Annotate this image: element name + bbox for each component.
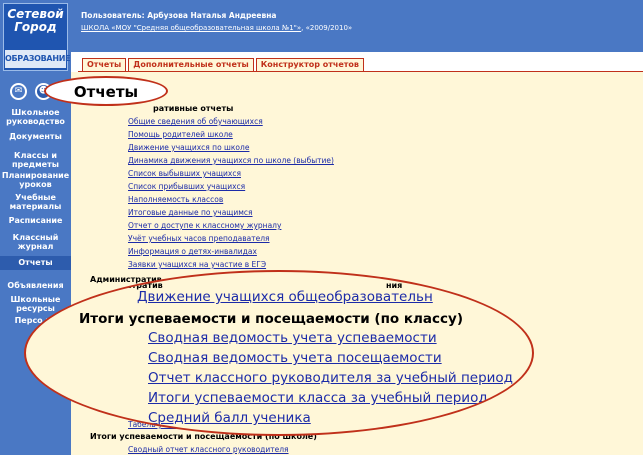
report-link[interactable]: Помощь родителей школе: [128, 130, 233, 139]
logo-line2: Город: [14, 20, 57, 34]
report-link[interactable]: Отчет о доступе к классному журналу: [128, 221, 281, 230]
zoom-report-link[interactable]: Движение учащихся общеобразовательн: [137, 289, 433, 305]
report-link[interactable]: Динамика движения учащихся по школе (выб…: [128, 156, 334, 165]
logo[interactable]: Сетевой Город ОБРАЗОВАНИЕ: [3, 3, 71, 71]
report-link[interactable]: Информация о детях-инвалидах: [128, 247, 257, 256]
report-link[interactable]: Наполняемость классов: [128, 195, 223, 204]
sidebar-item-announcements[interactable]: Объявления: [0, 281, 71, 290]
school-year: , «2009/2010»: [301, 24, 353, 32]
tab-additional-reports[interactable]: Дополнительные отчеты: [128, 58, 254, 71]
page-title: Отчеты: [73, 83, 139, 101]
tab-reports[interactable]: Отчеты: [82, 58, 127, 71]
sidebar-item-reports[interactable]: Отчеты: [0, 256, 71, 270]
mail-icon[interactable]: ✉: [10, 83, 27, 100]
sidebar-item-documents[interactable]: Документы: [0, 132, 71, 141]
school-line: ШКОЛА «МОУ "Средняя общеобразовательная …: [81, 24, 352, 32]
zoom-section-title: Итоги успеваемости и посещаемости (по кл…: [79, 311, 464, 327]
school-link[interactable]: ШКОЛА «МОУ "Средняя общеобразовательная …: [81, 24, 301, 32]
zoom-report-link[interactable]: Средний балл ученика: [148, 410, 311, 426]
report-link[interactable]: Итоговые данные по учащимся: [128, 208, 253, 217]
sidebar-item-classes[interactable]: Классы и предметы: [0, 151, 71, 169]
header: Пользователь: Арбузова Наталья Андреевна…: [71, 0, 643, 52]
zoom-report-link[interactable]: Сводная ведомость учета успеваемости: [148, 330, 437, 346]
report-link[interactable]: Общие сведения об обучающихся: [128, 117, 263, 126]
zoom-callout: Административ ния Движение учащихся обще…: [24, 270, 534, 436]
logo-line3: ОБРАЗОВАНИЕ: [5, 50, 71, 68]
zoom-report-link[interactable]: Сводная ведомость учета посещаемости: [148, 350, 442, 366]
page-title-callout: Отчеты: [44, 76, 168, 106]
tab-bar: Отчеты Дополнительные отчеты Конструктор…: [82, 58, 366, 71]
sidebar-item-materials[interactable]: Учебные материалы: [0, 193, 71, 211]
report-link[interactable]: Заявки учащихся на участие в ЕГЭ: [128, 260, 266, 269]
report-link[interactable]: Список прибывших учащихся: [128, 182, 245, 191]
report-link[interactable]: Движение учащихся по школе: [128, 143, 249, 152]
zoom-report-link[interactable]: Отчет классного руководителя за учебный …: [148, 370, 513, 386]
zoom-report-link[interactable]: Итоги успеваемости класса за учебный пер…: [148, 390, 488, 406]
sidebar-item-schedule[interactable]: Расписание: [0, 216, 71, 225]
sidebar-item-journal[interactable]: Классный журнал: [0, 233, 71, 251]
user-line: Пользователь: Арбузова Наталья Андреевна: [81, 11, 277, 20]
sidebar-item-leadership[interactable]: Школьное руководство: [0, 108, 71, 126]
report-link[interactable]: Учёт учебных часов преподавателя: [128, 234, 270, 243]
report-link[interactable]: Сводный отчет классного руководителя: [128, 445, 289, 454]
report-link[interactable]: Список выбывших учащихся: [128, 169, 241, 178]
sidebar-item-planning[interactable]: Планирование уроков: [0, 171, 71, 189]
section-title-admin: ративные отчеты: [153, 104, 234, 113]
tab-report-builder[interactable]: Конструктор отчетов: [255, 58, 364, 71]
